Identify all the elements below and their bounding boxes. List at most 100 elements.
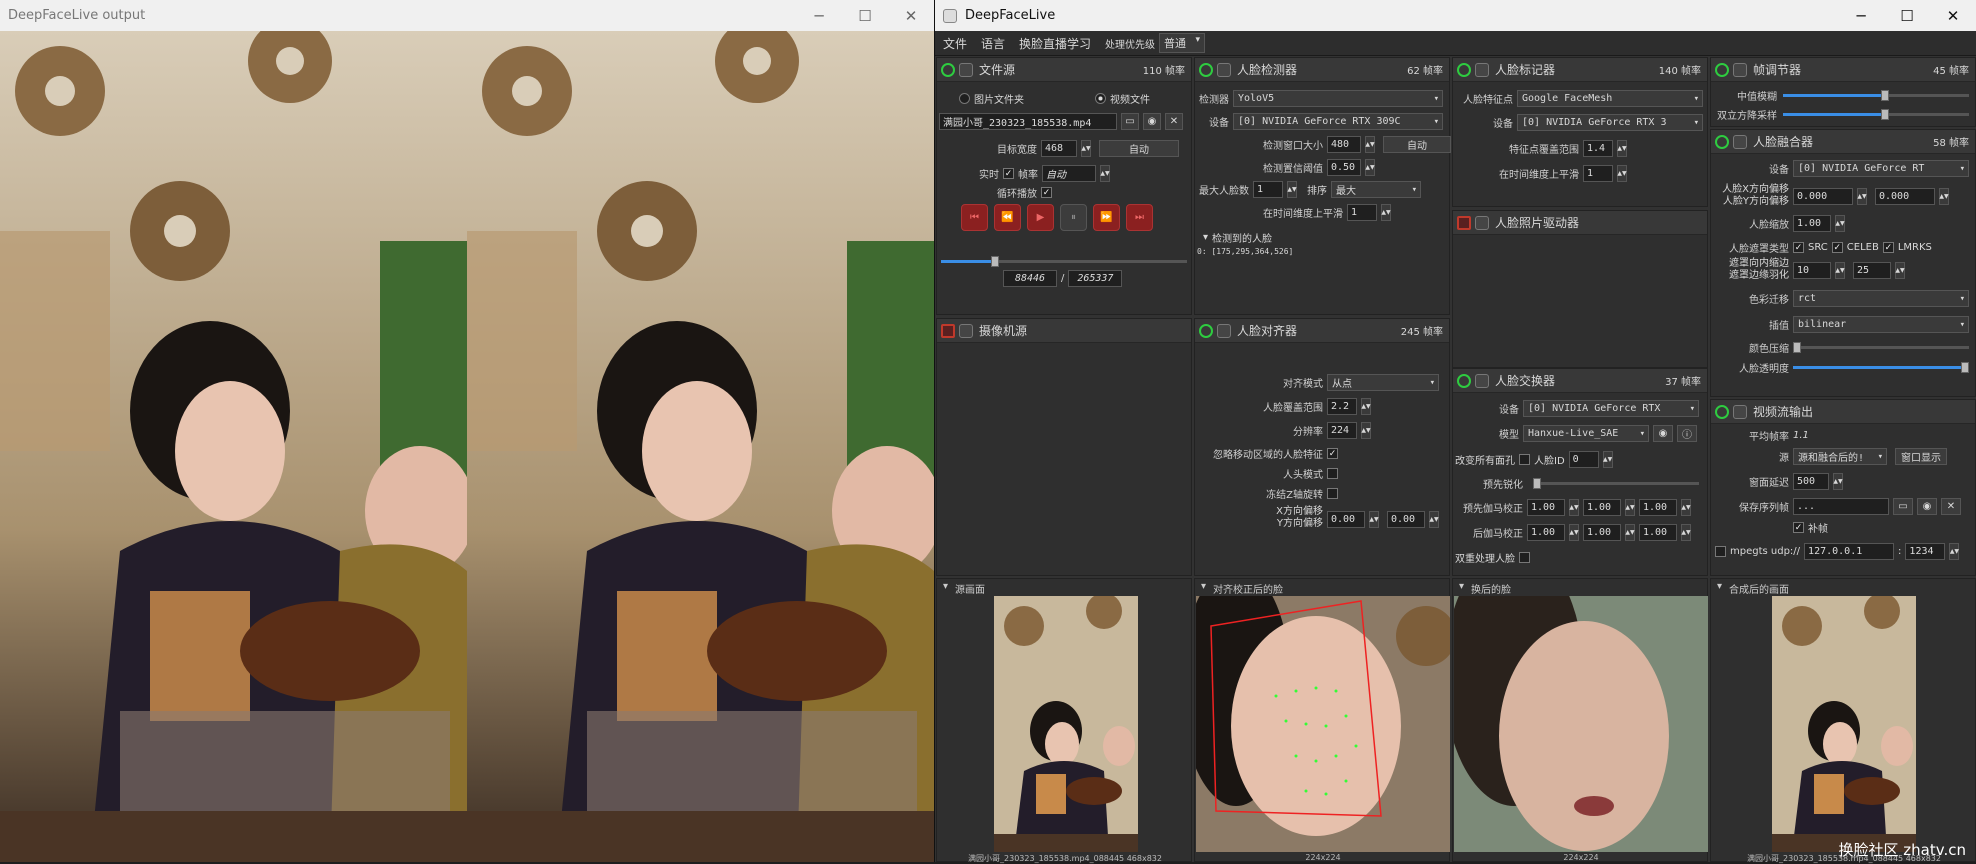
menu-learn[interactable]: 换脸直播学习: [1019, 35, 1091, 52]
pre-gamma-b[interactable]: 1.00: [1639, 499, 1677, 516]
stepper-icon[interactable]: ▲▼: [1949, 543, 1960, 560]
pre-gamma-r[interactable]: 1.00: [1527, 499, 1565, 516]
marker-range-input[interactable]: 1.4: [1583, 140, 1613, 157]
window-show-button[interactable]: 窗口显示: [1895, 448, 1947, 465]
collapse-icon[interactable]: ▾: [1459, 581, 1464, 592]
opacity-knob[interactable]: [1961, 362, 1970, 373]
marker-type-select[interactable]: Google FaceMesh: [1517, 90, 1703, 107]
power-icon[interactable]: [1457, 373, 1471, 388]
stepper-icon[interactable]: ▲▼: [1939, 188, 1949, 205]
frame-input[interactable]: 88446: [1003, 270, 1057, 287]
stepper-icon[interactable]: ▲▼: [1833, 473, 1843, 490]
refresh-icon[interactable]: [1475, 215, 1489, 230]
stepper-icon[interactable]: ▲▼: [1625, 499, 1635, 516]
smooth-input[interactable]: 1: [1347, 204, 1377, 221]
auto-window-button[interactable]: 自动: [1383, 136, 1451, 153]
stepper-icon[interactable]: ▲▼: [1617, 140, 1627, 157]
menu-language[interactable]: 语言: [981, 35, 1005, 52]
stepper-icon[interactable]: ▲▼: [1681, 499, 1691, 516]
post-gamma-g[interactable]: 1.00: [1583, 524, 1621, 541]
seek-slider[interactable]: [941, 256, 1187, 267]
stepper-icon[interactable]: ▲▼: [1835, 215, 1845, 232]
x-offset-input[interactable]: 0.00: [1327, 511, 1365, 528]
maximize-icon[interactable]: ☐: [842, 7, 888, 25]
fps-input[interactable]: 自动: [1042, 165, 1096, 182]
stepper-icon[interactable]: ▲▼: [1895, 262, 1905, 279]
source-select[interactable]: 源和融合后的!: [1793, 448, 1887, 465]
merger-device-select[interactable]: [0] NVIDIA GeForce RT: [1793, 160, 1969, 177]
median-blur-slider[interactable]: [1783, 90, 1969, 101]
play-icon[interactable]: ▶: [1027, 204, 1054, 231]
clear-icon[interactable]: ✕: [1941, 498, 1961, 515]
exclude-moving-checkbox[interactable]: ✓: [1327, 448, 1338, 459]
swap-all-checkbox[interactable]: [1519, 454, 1530, 465]
model-select[interactable]: Hanxue-Live_SAE: [1523, 425, 1649, 442]
lmrks-checkbox[interactable]: ✓: [1882, 242, 1894, 253]
power-icon[interactable]: [941, 323, 955, 338]
mpegts-port-input[interactable]: 1234: [1905, 543, 1946, 560]
collapse-icon[interactable]: ▾: [1717, 581, 1722, 592]
face-x-offset-input[interactable]: 0.000: [1793, 188, 1853, 205]
refresh-icon[interactable]: [1217, 323, 1231, 338]
presharpen-knob[interactable]: [1533, 478, 1541, 489]
loop-checkbox[interactable]: ✓: [1041, 187, 1052, 198]
freeze-z-checkbox[interactable]: [1327, 488, 1338, 499]
refresh-icon[interactable]: [1475, 373, 1489, 388]
stepper-icon[interactable]: ▲▼: [1569, 524, 1579, 541]
opacity-slider[interactable]: [1793, 362, 1970, 373]
color-compress-knob[interactable]: [1793, 342, 1801, 353]
seek-knob[interactable]: [991, 256, 1000, 267]
close-icon[interactable]: ✕: [1930, 7, 1976, 25]
output-titlebar[interactable]: DeepFaceLive output ─ ☐ ✕: [0, 0, 934, 31]
interpolation-select[interactable]: bilinear: [1793, 316, 1969, 333]
auto-width-button[interactable]: 自动: [1099, 140, 1179, 157]
marker-device-select[interactable]: [0] NVIDIA GeForce RTX 3: [1517, 114, 1703, 131]
post-gamma-b[interactable]: 1.00: [1639, 524, 1677, 541]
eye-icon[interactable]: ◉: [1143, 113, 1161, 130]
stepper-icon[interactable]: ▲▼: [1287, 181, 1297, 198]
median-knob[interactable]: [1881, 90, 1890, 101]
stepper-icon[interactable]: ▲▼: [1625, 524, 1635, 541]
image-folder-radio[interactable]: [959, 93, 970, 104]
last-frame-icon[interactable]: ⏭: [1126, 204, 1153, 231]
rewind-icon[interactable]: ⏪: [994, 204, 1021, 231]
realtime-checkbox[interactable]: ✓: [1003, 168, 1014, 179]
stepper-icon[interactable]: ▲▼: [1381, 204, 1391, 221]
stepper-icon[interactable]: ▲▼: [1361, 398, 1371, 415]
eye-icon[interactable]: ◉: [1653, 425, 1673, 442]
refresh-icon[interactable]: [1733, 404, 1747, 419]
mpegts-checkbox[interactable]: [1715, 546, 1726, 557]
power-icon[interactable]: [941, 62, 955, 77]
first-frame-icon[interactable]: ⏮: [961, 204, 988, 231]
minimize-icon[interactable]: ─: [796, 7, 842, 25]
stepper-icon[interactable]: ▲▼: [1857, 188, 1867, 205]
forward-icon[interactable]: ⏩: [1093, 204, 1120, 231]
pause-icon[interactable]: ⏸: [1060, 204, 1087, 231]
swapper-device-select[interactable]: [0] NVIDIA GeForce RTX: [1523, 400, 1699, 417]
resolution-input[interactable]: 224: [1327, 422, 1357, 439]
refresh-icon[interactable]: [1475, 62, 1489, 77]
minimize-icon[interactable]: ─: [1838, 7, 1884, 25]
info-icon[interactable]: ⓘ: [1677, 425, 1697, 442]
mask-blur-input[interactable]: 25: [1853, 262, 1891, 279]
refresh-icon[interactable]: [1733, 134, 1747, 149]
priority-select[interactable]: 普通: [1159, 33, 1206, 53]
power-icon[interactable]: [1457, 215, 1471, 230]
refresh-icon[interactable]: [959, 323, 973, 338]
bilateral-slider[interactable]: [1783, 109, 1969, 120]
y-offset-input[interactable]: 0.00: [1387, 511, 1425, 528]
eye-icon[interactable]: ◉: [1917, 498, 1937, 515]
stepper-icon[interactable]: ▲▼: [1429, 511, 1439, 528]
color-compress-slider[interactable]: [1793, 342, 1969, 353]
stepper-icon[interactable]: ▲▼: [1365, 159, 1375, 176]
stepper-icon[interactable]: ▲▼: [1835, 262, 1845, 279]
stepper-icon[interactable]: ▲▼: [1361, 422, 1371, 439]
bilateral-knob[interactable]: [1881, 109, 1890, 120]
power-icon[interactable]: [1199, 323, 1213, 338]
folder-icon[interactable]: ▭: [1893, 498, 1913, 515]
align-mode-select[interactable]: 从点: [1327, 374, 1439, 391]
head-mode-checkbox[interactable]: [1327, 468, 1338, 479]
coverage-input[interactable]: 2.2: [1327, 398, 1357, 415]
face-y-offset-input[interactable]: 0.000: [1875, 188, 1935, 205]
pre-gamma-g[interactable]: 1.00: [1583, 499, 1621, 516]
